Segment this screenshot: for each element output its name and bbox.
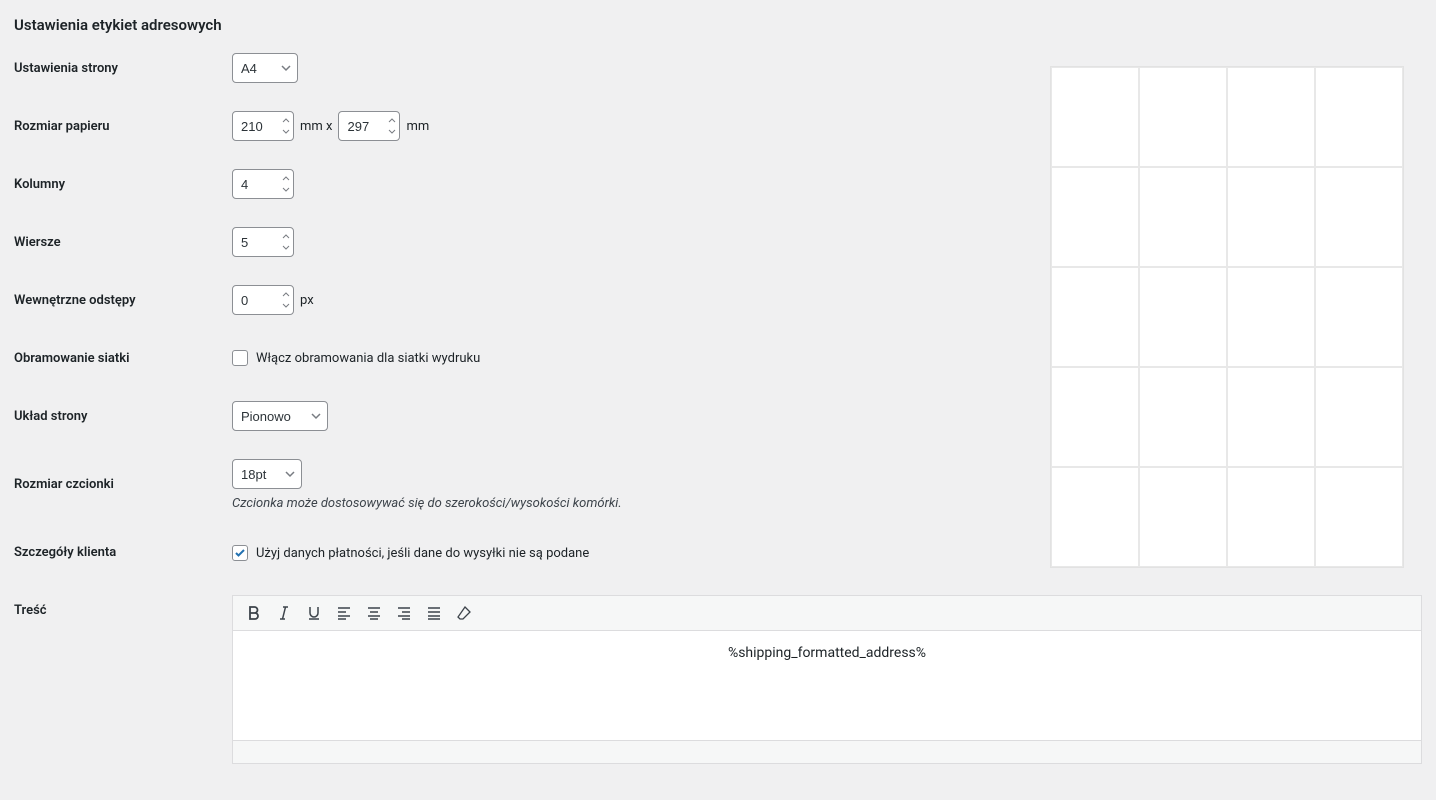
align-left-button[interactable]: [329, 598, 359, 628]
page-settings-select[interactable]: A4: [232, 53, 298, 83]
unit-mm: mm: [406, 119, 429, 134]
align-justify-button[interactable]: [419, 598, 449, 628]
editor-statusbar: [232, 740, 1422, 764]
customer-details-checkbox-label: Użyj danych płatności, jeśli dane do wys…: [256, 546, 589, 561]
grid-border-checkbox[interactable]: [232, 350, 248, 366]
preview-cell: [1227, 167, 1315, 267]
font-size-select[interactable]: 18pt: [232, 459, 302, 489]
preview-cell: [1315, 67, 1403, 167]
preview-cell: [1051, 467, 1139, 567]
preview-cell: [1051, 267, 1139, 367]
editor-content[interactable]: %shipping_formatted_address%: [232, 631, 1422, 741]
label-rows: Wiersze: [14, 235, 61, 250]
label-columns: Kolumny: [14, 177, 65, 192]
preview-cell: [1315, 167, 1403, 267]
preview-cell: [1139, 267, 1227, 367]
preview-cell: [1227, 267, 1315, 367]
bold-icon: [246, 605, 262, 621]
preview-cell: [1315, 267, 1403, 367]
preview-cell: [1227, 467, 1315, 567]
eraser-icon: [456, 605, 472, 621]
paper-width-input[interactable]: [232, 111, 294, 141]
preview-cell: [1139, 167, 1227, 267]
label-paper-size: Rozmiar papieru: [14, 119, 110, 134]
bold-button[interactable]: [239, 598, 269, 628]
preview-cell: [1315, 467, 1403, 567]
editor-toolbar: [232, 595, 1422, 631]
preview-cell: [1051, 167, 1139, 267]
label-inner-padding: Wewnętrzne odstępy: [14, 293, 136, 308]
page-layout-select[interactable]: Pionowo: [232, 401, 328, 431]
customer-details-checkbox-row[interactable]: Użyj danych płatności, jeśli dane do wys…: [232, 545, 589, 561]
check-icon: [234, 547, 246, 559]
columns-input[interactable]: [232, 169, 294, 199]
align-right-icon: [396, 605, 412, 621]
align-center-icon: [366, 605, 382, 621]
preview-cell: [1139, 367, 1227, 467]
underline-icon: [306, 605, 322, 621]
preview-cell: [1227, 67, 1315, 167]
unit-px: px: [300, 293, 314, 308]
label-customer-details: Szczegóły klienta: [14, 545, 116, 560]
label-page-layout: Układ strony: [14, 409, 87, 424]
preview-cell: [1051, 367, 1139, 467]
italic-icon: [276, 605, 292, 621]
page-title: Ustawienia etykiet adresowych: [14, 16, 1422, 34]
grid-border-checkbox-label: Włącz obramowania dla siatki wydruku: [256, 351, 480, 366]
preview-cell: [1315, 367, 1403, 467]
align-right-button[interactable]: [389, 598, 419, 628]
clear-format-button[interactable]: [449, 598, 479, 628]
label-content: Treść: [14, 603, 47, 618]
align-justify-icon: [426, 605, 442, 621]
preview-cell: [1227, 367, 1315, 467]
rows-input[interactable]: [232, 227, 294, 257]
label-preview-grid: [1050, 66, 1404, 568]
label-font-size: Rozmiar czcionki: [14, 477, 114, 492]
underline-button[interactable]: [299, 598, 329, 628]
preview-cell: [1139, 467, 1227, 567]
customer-details-checkbox[interactable]: [232, 545, 248, 561]
label-preview-panel: [1050, 66, 1404, 568]
align-center-button[interactable]: [359, 598, 389, 628]
label-page-settings: Ustawienia strony: [14, 61, 118, 76]
grid-border-checkbox-row[interactable]: Włącz obramowania dla siatki wydruku: [232, 350, 480, 366]
paper-height-input[interactable]: [338, 111, 400, 141]
align-left-icon: [336, 605, 352, 621]
padding-input[interactable]: [232, 285, 294, 315]
preview-cell: [1139, 67, 1227, 167]
italic-button[interactable]: [269, 598, 299, 628]
label-grid-border: Obramowanie siatki: [14, 351, 129, 366]
preview-cell: [1051, 67, 1139, 167]
unit-mm-x: mm x: [300, 119, 332, 134]
